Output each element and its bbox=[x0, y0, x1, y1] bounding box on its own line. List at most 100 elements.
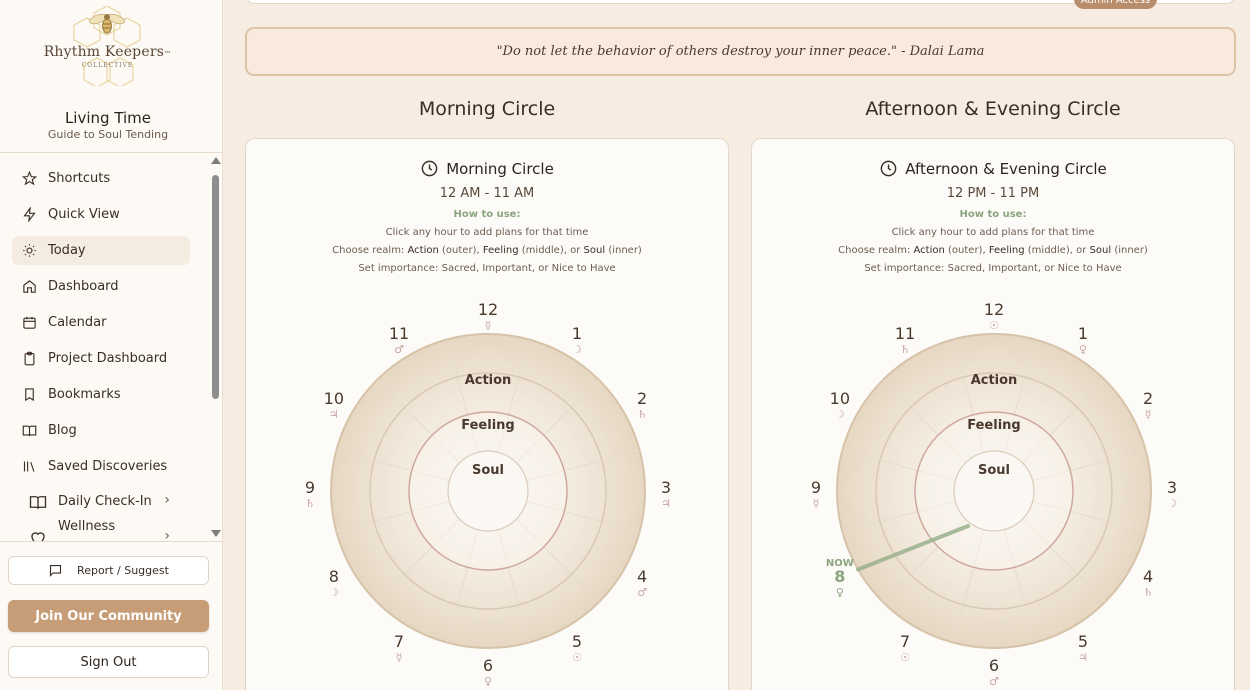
join-community-button[interactable]: Join Our Community bbox=[8, 600, 209, 632]
sidebar-item-shortcuts[interactable]: Shortcuts bbox=[12, 164, 190, 193]
how-to-use-label: How to use: bbox=[453, 209, 521, 220]
hour-label[interactable]: 8 bbox=[329, 567, 339, 586]
library-icon bbox=[23, 461, 35, 472]
sidebar-item-project-dashboard[interactable]: Project Dashboard bbox=[12, 344, 190, 373]
hour-label[interactable]: 11 bbox=[389, 324, 409, 343]
realm-label-feeling: Feeling bbox=[967, 418, 1020, 433]
sidebar-scrollbar[interactable] bbox=[209, 153, 222, 541]
sidebar-item-blog[interactable]: Blog bbox=[12, 416, 190, 445]
brand-logo[interactable]: Rhythm Keepers™ COLLECTIVE bbox=[40, 5, 175, 88]
planet-symbol: ♂ bbox=[989, 675, 999, 688]
card-title-text: Morning Circle bbox=[446, 159, 554, 178]
hour-label[interactable]: 4 bbox=[637, 567, 647, 586]
planet-symbol: ♄ bbox=[900, 343, 910, 356]
hour-label[interactable]: 9 bbox=[305, 478, 315, 497]
scrollbar-thumb[interactable] bbox=[212, 175, 219, 399]
time-range: 12 PM - 11 PM bbox=[946, 186, 1040, 201]
planet-symbol: ☽ bbox=[572, 343, 582, 356]
realm-label-action: Action bbox=[465, 373, 512, 388]
brand-subtitle: COLLECTIVE bbox=[81, 62, 134, 69]
hour-label[interactable]: 2 bbox=[1143, 389, 1153, 408]
morning-circle-card: Morning Circle 12 AM - 11 AM How to use:… bbox=[245, 138, 729, 690]
hour-label[interactable]: 9 bbox=[811, 478, 821, 497]
hour-label[interactable]: 3 bbox=[661, 478, 671, 497]
sidebar-item-bookmarks[interactable]: Bookmarks bbox=[12, 380, 190, 409]
planet-symbol: ☉ bbox=[572, 651, 582, 664]
sidebar-group-label: Daily Check-In bbox=[58, 494, 152, 509]
clipboard-icon bbox=[24, 351, 35, 366]
realm-label-soul: Soul bbox=[472, 463, 504, 478]
hour-label[interactable]: 4 bbox=[1143, 567, 1153, 586]
hour-label[interactable]: 5 bbox=[1078, 632, 1088, 651]
hour-label[interactable]: 1 bbox=[1078, 324, 1088, 343]
planet-symbol: ♀ bbox=[1079, 343, 1087, 356]
sidebar-item-label: Calendar bbox=[48, 315, 107, 330]
sidebar-item-today[interactable]: Today bbox=[12, 236, 190, 265]
planet-symbol: ☽ bbox=[835, 408, 845, 421]
admin-access-badge[interactable]: Admin Access bbox=[1074, 0, 1157, 9]
card-title-text: Afternoon & Evening Circle bbox=[905, 159, 1107, 178]
planet-symbol: ♄ bbox=[305, 497, 315, 510]
sidebar-group-daily-check-in[interactable]: Daily Check-In › bbox=[18, 487, 190, 516]
sidebar-item-calendar[interactable]: Calendar bbox=[12, 308, 190, 337]
now-label: NOW bbox=[826, 558, 854, 569]
brand-name: Rhythm Keepers™ bbox=[43, 44, 172, 60]
report-suggest-button[interactable]: Report / Suggest bbox=[8, 556, 209, 585]
card-title: Afternoon & Evening Circle bbox=[752, 159, 1234, 178]
time-range: 12 AM - 11 AM bbox=[439, 186, 535, 201]
sign-out-button[interactable]: Sign Out bbox=[8, 646, 209, 678]
morning-clock-dial[interactable]: ActionFeelingSoul12☿ 1☽2♄3♃4♂5☉6♀7☿8☽9♄10… bbox=[246, 289, 730, 690]
hour-label[interactable]: 7 bbox=[394, 632, 404, 651]
sidebar-item-label: Today bbox=[48, 243, 86, 258]
hour-label[interactable]: 2 bbox=[637, 389, 647, 408]
hour-label[interactable]: 6 bbox=[483, 656, 493, 675]
planet-symbol: ♃ bbox=[1078, 651, 1088, 664]
hour-label[interactable]: 5 bbox=[572, 632, 582, 651]
planet-symbol: ☿ bbox=[813, 497, 820, 510]
sidebar-group-wellness[interactable]: Wellness › bbox=[18, 515, 190, 541]
planet-symbol: ♀ bbox=[484, 675, 492, 688]
hour-label[interactable]: 3 bbox=[1167, 478, 1177, 497]
message-icon bbox=[49, 564, 62, 577]
instruction-importance: Set importance: Sacred, Important, or Ni… bbox=[358, 263, 616, 274]
how-to-use-label: How to use: bbox=[959, 209, 1027, 220]
hour-label[interactable]: 10 bbox=[830, 389, 850, 408]
evening-clock-dial[interactable]: ActionFeelingSoul12☉ 1♀2☿3☽4♄5♃6♂7☉8♀9☿10… bbox=[752, 289, 1236, 690]
sidebar-item-dashboard[interactable]: Dashboard bbox=[12, 272, 190, 301]
hour-label[interactable]: 12 bbox=[478, 300, 498, 319]
instruction-realm: Choose realm: Action (outer), Feeling (m… bbox=[838, 245, 1148, 256]
sidebar-item-label: Bookmarks bbox=[48, 387, 121, 402]
planet-symbol: ♀ bbox=[836, 586, 844, 599]
hour-label[interactable]: 1 bbox=[572, 324, 582, 343]
hour-label[interactable]: 10 bbox=[324, 389, 344, 408]
sidebar-item-label: Blog bbox=[48, 423, 77, 438]
sidebar-item-quick-view[interactable]: Quick View bbox=[12, 200, 190, 229]
planet-symbol: ♃ bbox=[661, 497, 671, 510]
report-suggest-label: Report / Suggest bbox=[77, 564, 169, 577]
hour-label[interactable]: 8 bbox=[834, 567, 845, 586]
hour-label[interactable]: 6 bbox=[989, 656, 999, 675]
hour-label[interactable]: 7 bbox=[900, 632, 910, 651]
hour-label[interactable]: 12 bbox=[984, 300, 1004, 319]
sidebar-divider bbox=[0, 541, 222, 542]
planet-symbol: ☿ bbox=[1145, 408, 1152, 421]
scroll-up-arrow-icon[interactable] bbox=[211, 157, 221, 164]
planet-symbol: ♄ bbox=[637, 408, 647, 421]
hour-label[interactable]: 11 bbox=[895, 324, 915, 343]
scroll-down-arrow-icon[interactable] bbox=[211, 530, 221, 537]
calendar-icon bbox=[23, 316, 36, 329]
chevron-right-icon: › bbox=[164, 528, 170, 541]
chevron-right-icon: › bbox=[164, 492, 170, 508]
planet-symbol: ♂ bbox=[394, 343, 404, 356]
clock-icon bbox=[880, 160, 897, 177]
sun-icon bbox=[23, 244, 36, 257]
sidebar-nav: Shortcuts Quick View Today Dashboard Cal… bbox=[0, 153, 208, 541]
planet-symbol: ♄ bbox=[1143, 586, 1153, 599]
realm-label-feeling: Feeling bbox=[461, 418, 514, 433]
morning-section-heading: Morning Circle bbox=[418, 98, 556, 120]
app-subtitle: Guide to Soul Tending bbox=[47, 128, 169, 141]
sidebar-item-label: Quick View bbox=[48, 207, 120, 222]
sidebar-item-saved-discoveries[interactable]: Saved Discoveries bbox=[12, 452, 190, 481]
card-title: Morning Circle bbox=[246, 159, 728, 178]
realm-label-soul: Soul bbox=[978, 463, 1010, 478]
